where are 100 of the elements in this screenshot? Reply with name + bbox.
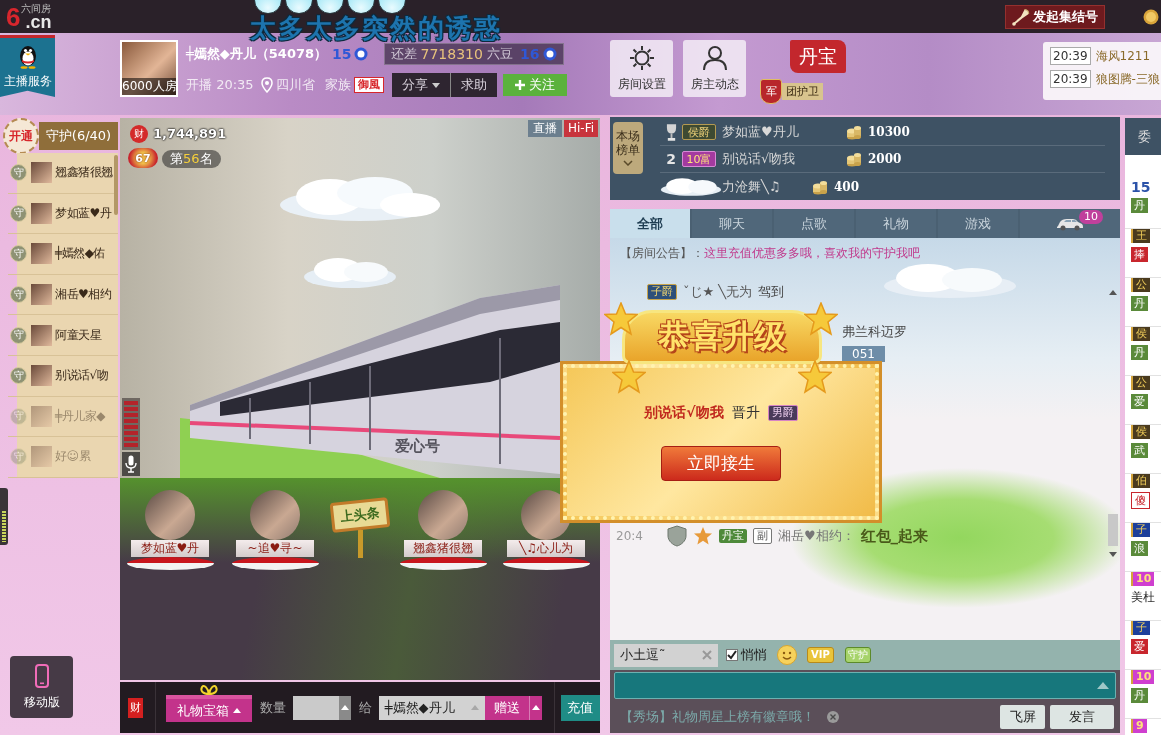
user-name[interactable]: 力沧舞╲♫ bbox=[722, 177, 812, 196]
message-time: 20:4 bbox=[616, 529, 643, 543]
arrival-text: 驾到 bbox=[758, 282, 785, 301]
scrollbar-thumb[interactable] bbox=[114, 155, 118, 215]
user-name[interactable]: 美杜 bbox=[1131, 590, 1155, 605]
ranking-tag[interactable]: 本场榜单 bbox=[613, 122, 643, 174]
guard-badge: 守 bbox=[10, 407, 27, 425]
fly-screen-button[interactable]: 飞屏 bbox=[1000, 705, 1045, 729]
family-label: 家族 bbox=[324, 76, 351, 94]
family-badge: 爱 bbox=[1131, 639, 1148, 654]
family-badge: 丹 bbox=[1131, 688, 1148, 703]
chat-tab[interactable]: 全部 bbox=[610, 209, 690, 238]
user-badge: 副 bbox=[752, 528, 772, 544]
user-level-number: 15 bbox=[1131, 180, 1151, 194]
star-icon bbox=[692, 526, 713, 546]
location-pin-icon bbox=[260, 77, 273, 93]
send-gift-button[interactable]: 赠送 bbox=[485, 695, 529, 720]
noble-badge: 王 bbox=[1131, 229, 1150, 243]
vehicle-tab[interactable]: 10 bbox=[1020, 209, 1120, 238]
close-icon[interactable] bbox=[702, 650, 712, 660]
caret-icon bbox=[531, 705, 540, 710]
level-icon bbox=[353, 46, 368, 61]
notice-text[interactable]: 海风1211 bbox=[1095, 47, 1151, 65]
wealth-amount: 1,744,891 bbox=[153, 126, 227, 141]
family-badge: 丹 bbox=[1131, 296, 1148, 311]
user-name[interactable]: 梦如蓝♥丹儿 bbox=[722, 123, 846, 141]
gift-amount: 2000 bbox=[868, 152, 902, 166]
star-icon bbox=[612, 360, 646, 394]
guard-badge: 守 bbox=[10, 326, 27, 344]
chat-tab[interactable]: 聊天 bbox=[692, 209, 772, 238]
seat-name: 翘鑫猪很翘 bbox=[404, 540, 482, 557]
coin-stack-icon bbox=[846, 124, 862, 140]
rally-button[interactable]: 发起集结号 bbox=[1005, 4, 1105, 29]
star-icon bbox=[604, 302, 638, 336]
user-avatar[interactable] bbox=[145, 490, 195, 540]
family-badge: 武 bbox=[1131, 443, 1148, 458]
whisper-checkbox[interactable] bbox=[726, 649, 738, 661]
plus-icon bbox=[514, 80, 525, 90]
guard-item[interactable]: 守 ╪嫣然◆佑 bbox=[8, 234, 118, 275]
scrollbar-thumb[interactable] bbox=[1107, 514, 1118, 546]
recipient-chip[interactable]: 小土逗˜ bbox=[614, 643, 718, 667]
recharge-button[interactable]: 充值 bbox=[560, 694, 600, 721]
horn-icon bbox=[1012, 7, 1030, 26]
family-badge: 丹 bbox=[1131, 345, 1148, 360]
mobile-version-button[interactable]: 移动版 bbox=[10, 656, 73, 718]
phone-icon bbox=[34, 663, 49, 688]
family-badge: 爱 bbox=[1131, 394, 1148, 409]
close-icon[interactable] bbox=[827, 711, 839, 723]
host-service-tab[interactable]: 主播服务 bbox=[0, 35, 55, 97]
level-icon bbox=[543, 46, 558, 61]
scroll-down-icon[interactable] bbox=[1108, 552, 1117, 557]
person-icon bbox=[701, 44, 728, 71]
guard-badge: 守 bbox=[10, 367, 27, 385]
user-list-tab[interactable]: 委 bbox=[1125, 118, 1161, 155]
family-badge: 御風 bbox=[353, 77, 384, 93]
smiley-icon[interactable] bbox=[777, 645, 797, 665]
quantity-field[interactable] bbox=[292, 695, 351, 720]
user-name[interactable]: ˇじ★ ╲无为 bbox=[683, 282, 753, 301]
share-button[interactable]: 分享 bbox=[391, 73, 450, 97]
shield-icon bbox=[666, 525, 687, 547]
user-name[interactable]: 湘岳♥相约： bbox=[777, 527, 855, 545]
recipient-select[interactable]: ╪嫣然◆丹儿 bbox=[378, 695, 486, 720]
guard-item[interactable]: 守 阿童天星 bbox=[8, 315, 118, 356]
user-avatar bbox=[31, 202, 52, 224]
user-name[interactable]: 别说话√吻我 bbox=[722, 150, 846, 168]
microphone-button[interactable] bbox=[122, 452, 140, 476]
chat-tab[interactable]: 游戏 bbox=[938, 209, 1018, 238]
family-badge: 浪 bbox=[1131, 541, 1148, 556]
noble-badge: 公 bbox=[1131, 278, 1150, 292]
gift-box-button[interactable]: 礼物宝箱 bbox=[165, 695, 252, 722]
gear-icon bbox=[628, 44, 655, 71]
chat-tab[interactable]: 礼物 bbox=[856, 209, 936, 238]
help-button[interactable]: 求助 bbox=[449, 73, 497, 97]
whisper-label: 悄悄 bbox=[741, 646, 767, 664]
coin-icon bbox=[1143, 8, 1159, 25]
chat-tab[interactable]: 点歌 bbox=[774, 209, 854, 238]
guard-item[interactable]: 守 别说话√吻 bbox=[8, 355, 118, 397]
quality-tag[interactable]: Hi-Fi bbox=[563, 120, 598, 137]
announcement-text: 这里充值优惠多多哦，喜欢我的守护我吧 bbox=[704, 245, 920, 262]
guard-item[interactable]: 守 湘岳♥相约 bbox=[8, 274, 118, 316]
spinner-button[interactable] bbox=[338, 695, 351, 720]
user-avatar[interactable] bbox=[250, 490, 300, 540]
upgrade-label: 还差 bbox=[390, 44, 417, 63]
expand-icon[interactable] bbox=[1097, 682, 1109, 689]
user-avatar[interactable] bbox=[418, 490, 468, 540]
scroll-up-icon[interactable] bbox=[1108, 290, 1117, 295]
check-icon bbox=[727, 650, 737, 660]
noble-badge: 侯 bbox=[1131, 327, 1150, 341]
host-photo-placeholder[interactable]: 6000人房 bbox=[120, 40, 178, 97]
open-guard-button[interactable]: 开通 bbox=[3, 118, 39, 154]
start-time: 开播 20:35 bbox=[186, 76, 254, 94]
accept-button[interactable]: 立即接生 bbox=[661, 446, 781, 481]
promo-notice[interactable]: 【秀场】礼物周星上榜有徽章哦！ bbox=[620, 708, 815, 726]
room-button[interactable]: 房主动态 bbox=[683, 40, 746, 97]
user-avatar bbox=[31, 324, 52, 346]
popup-title: 恭喜升级 bbox=[622, 310, 822, 364]
room-button[interactable]: 房间设置 bbox=[610, 40, 673, 97]
host-level: 15 bbox=[332, 45, 352, 62]
notice-text[interactable]: 狼图腾-三狼 bbox=[1095, 70, 1160, 88]
send-message-button[interactable]: 发言 bbox=[1050, 705, 1114, 729]
